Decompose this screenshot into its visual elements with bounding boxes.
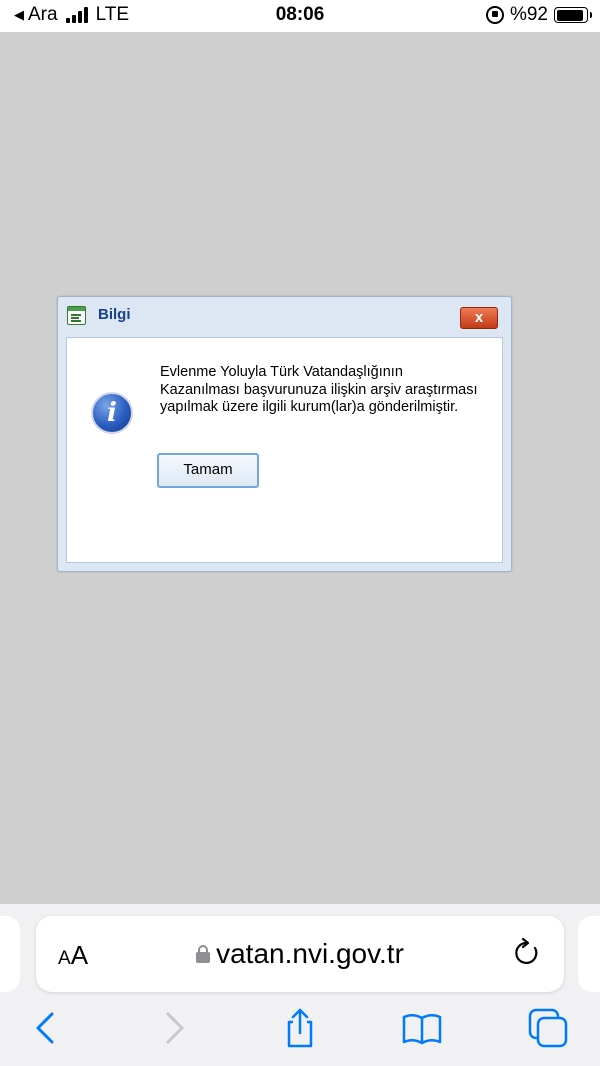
battery-percent: %92 [509,4,548,25]
dialog-body: i Evlenme Yoluyla Türk Vatandaşlığının K… [66,337,503,563]
ok-button[interactable]: Tamam [157,453,259,488]
dialog-title: Bilgi [98,306,131,323]
back-icon[interactable] [24,1006,68,1050]
rotation-lock-icon [485,6,504,24]
info-dialog: Bilgi x i Evlenme Yoluyla Türk Vatandaşl… [57,296,512,572]
lock-icon [196,945,211,963]
forward-icon[interactable] [152,1006,196,1050]
window-icon [67,306,86,325]
close-button[interactable]: x [460,307,498,329]
next-tab-card[interactable] [578,916,600,992]
tabs-icon[interactable] [526,1006,570,1050]
status-bar: ◀ Ara LTE 08:06 %92 [0,0,600,32]
battery-fill [556,9,584,21]
web-content: Bilgi x i Evlenme Yoluyla Türk Vatandaşl… [0,32,600,904]
address-bar[interactable]: AA vatan.nvi.gov.tr [36,916,564,992]
url-text[interactable]: vatan.nvi.gov.tr [216,938,404,969]
browser-toolbar [0,1000,600,1060]
browser-bar: AA vatan.nvi.gov.tr [0,904,600,1066]
dialog-header[interactable]: Bilgi x [58,297,511,333]
dialog-message: Evlenme Yoluyla Türk Vatandaşlığının Kaz… [160,364,478,415]
battery-icon [554,7,592,23]
url-display[interactable]: vatan.nvi.gov.tr [36,938,564,970]
previous-tab-card[interactable] [0,916,20,992]
close-icon: x [474,309,484,326]
share-icon[interactable] [278,1006,322,1050]
status-right: %92 [485,4,592,26]
info-icon: i [91,392,133,434]
bookmarks-icon[interactable] [400,1006,444,1050]
reload-icon[interactable] [510,936,544,970]
